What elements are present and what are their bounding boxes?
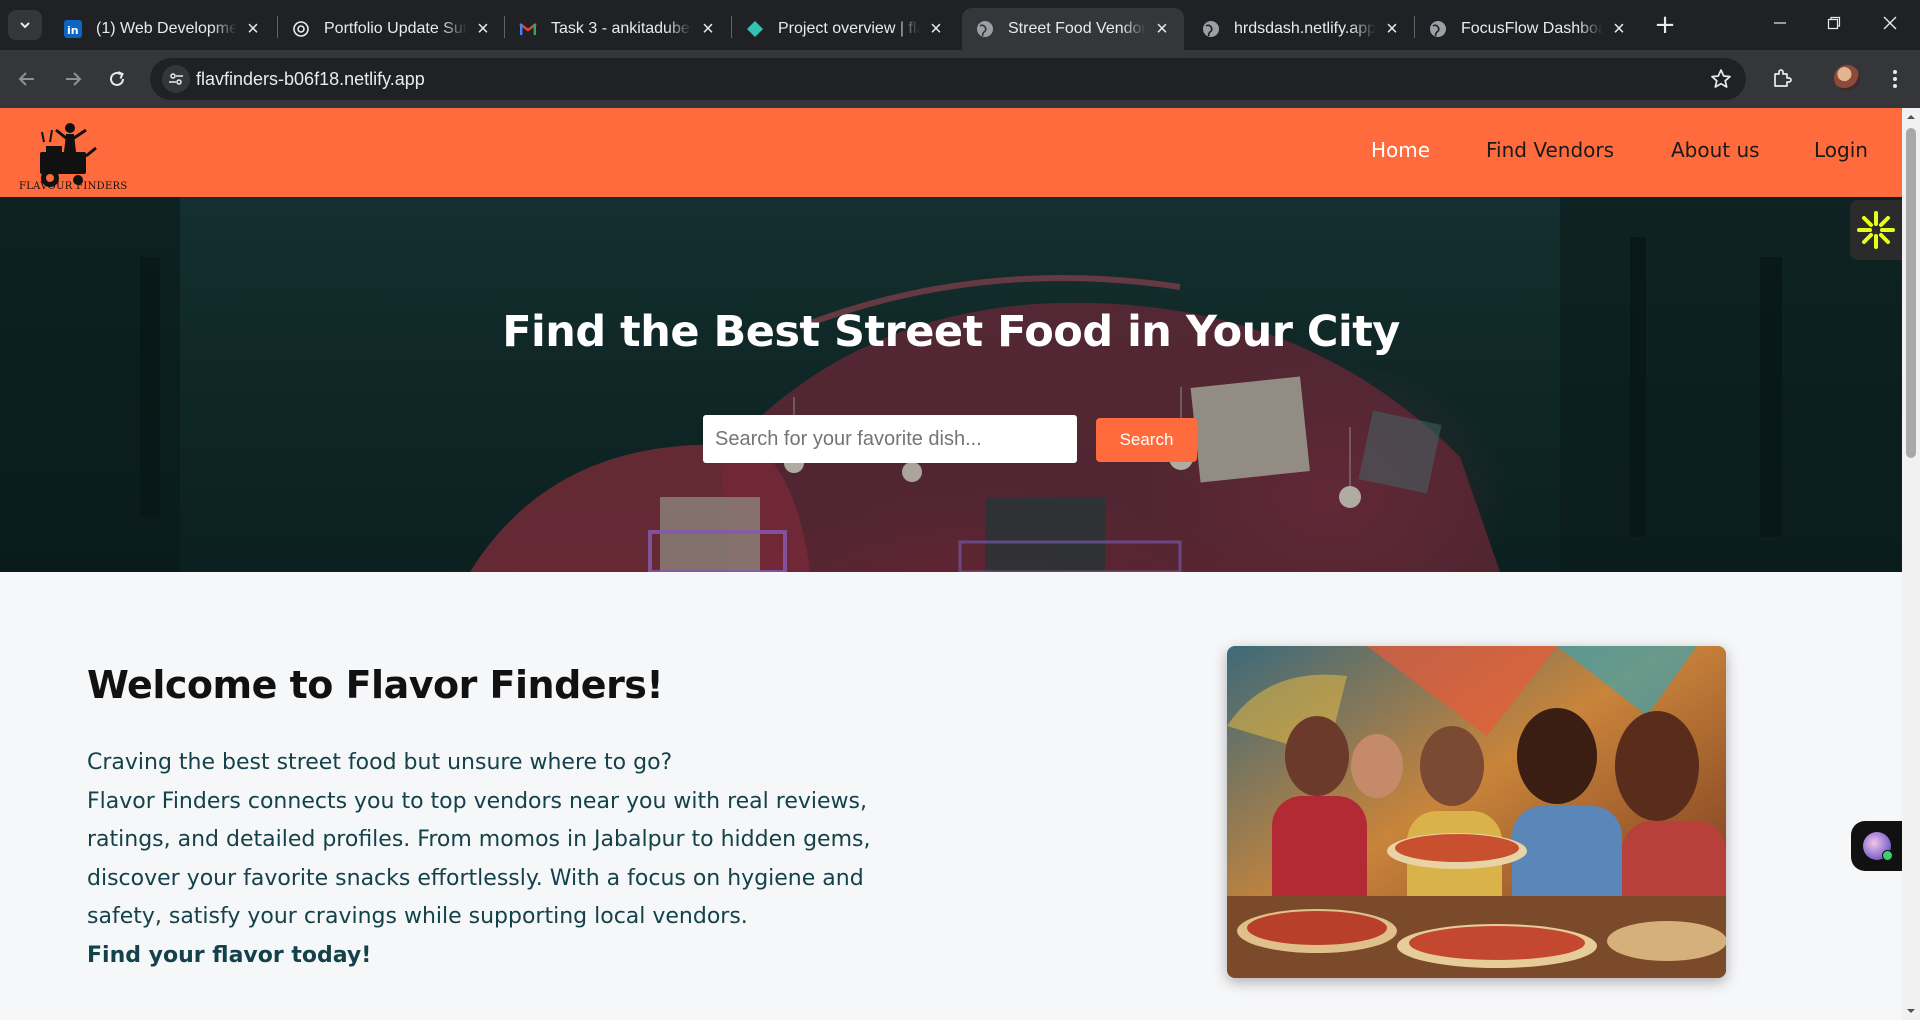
chat-assistant-widget[interactable] (1851, 821, 1902, 871)
welcome-line: safety, satisfy your cravings while supp… (87, 904, 748, 929)
tab-title: Task 3 - ankitadubey (551, 20, 692, 37)
minimize-icon (1774, 22, 1786, 24)
site-info-icon[interactable] (162, 65, 190, 93)
puzzle-icon (1774, 69, 1792, 87)
globe-icon (1202, 20, 1220, 38)
welcome-line: discover your favorite snacks effortless… (87, 865, 864, 891)
reload-icon (110, 71, 124, 86)
tab-chatgpt[interactable]: Portfolio Update Summary × (278, 8, 505, 50)
minimize-button[interactable] (1752, 0, 1808, 46)
close-icon[interactable]: × (1609, 19, 1629, 39)
gmail-icon (519, 20, 537, 38)
dish-search-input[interactable] (703, 415, 1077, 463)
nav-home[interactable]: Home (1371, 138, 1430, 162)
tab-title: hrdsdash.netlify.app (1234, 20, 1376, 37)
netlify-icon (746, 20, 764, 38)
browser-menu-button[interactable] (1880, 64, 1910, 94)
tab-title: FocusFlow Dashboard (1461, 20, 1603, 37)
tab-title: (1) Web Development (96, 20, 237, 37)
url-text: flavfinders-b06f18.netlify.app (196, 69, 425, 89)
new-tab-button[interactable]: + (1650, 10, 1680, 40)
forward-arrow-icon (66, 72, 82, 86)
globe-icon (1429, 20, 1447, 38)
close-icon[interactable]: × (243, 19, 263, 39)
restore-button[interactable] (1806, 0, 1862, 46)
tab-strip: in (1) Web Development × Portfolio Updat… (0, 0, 1920, 50)
chevron-down-icon (20, 22, 30, 29)
tab-search-button[interactable] (8, 10, 42, 40)
tab-title: Street Food Vendors (1008, 20, 1146, 37)
hero-section: Find the Best Street Food in Your City S… (0, 197, 1902, 572)
welcome-line: Flavor Finders connects you to top vendo… (87, 788, 867, 814)
forward-button[interactable] (56, 62, 90, 96)
scrollbar-thumb[interactable] (1906, 128, 1916, 458)
reload-button[interactable] (100, 62, 134, 96)
welcome-line: Craving the best street food but unsure … (87, 750, 673, 775)
logo-text: FLAVOUR FINDERS (19, 181, 128, 192)
scroll-up-arrow-icon[interactable] (1906, 112, 1916, 122)
tab-linkedin[interactable]: in (1) Web Development × (50, 8, 275, 50)
welcome-title: Welcome to Flavor Finders! (87, 663, 664, 707)
bookmark-star-icon[interactable] (1710, 68, 1732, 90)
page-viewport: FLAVOUR FINDERS Home Find Vendors About … (0, 108, 1920, 1020)
extension-widget[interactable] (1850, 200, 1902, 260)
chatgpt-icon (292, 20, 310, 38)
site-header: FLAVOUR FINDERS Home Find Vendors About … (0, 108, 1902, 197)
assistant-avatar-icon (1862, 832, 1893, 861)
back-arrow-icon (18, 72, 34, 86)
extensions-button[interactable] (1767, 64, 1797, 94)
welcome-line: ratings, and detailed profiles. From mom… (87, 827, 871, 852)
tab-gmail[interactable]: Task 3 - ankitadubey × (505, 8, 730, 50)
nav-find-vendors[interactable]: Find Vendors (1486, 138, 1614, 162)
sparkle-icon (1857, 211, 1895, 249)
close-icon[interactable]: × (926, 19, 946, 39)
linkedin-icon: in (64, 20, 82, 38)
close-icon[interactable]: × (1152, 19, 1172, 39)
tab-netlify[interactable]: Project overview | flavfinders × (732, 8, 958, 50)
tab-focusflow[interactable]: FocusFlow Dashboard × (1415, 8, 1641, 50)
search-button[interactable]: Search (1096, 418, 1197, 462)
hero-title: Find the Best Street Food in Your City (502, 307, 1400, 357)
nav-about-us[interactable]: About us (1671, 138, 1760, 162)
close-icon[interactable]: × (473, 19, 493, 39)
tab-title: Portfolio Update Summary (324, 20, 467, 37)
scroll-down-arrow-icon[interactable] (1906, 1006, 1916, 1016)
welcome-cta: Find your flavor today! (87, 942, 372, 968)
back-button[interactable] (10, 62, 44, 96)
browser-toolbar: flavfinders-b06f18.netlify.app (0, 50, 1920, 108)
page-scrollbar[interactable] (1902, 108, 1920, 1020)
close-icon[interactable]: × (1382, 19, 1402, 39)
profile-avatar[interactable] (1834, 65, 1860, 91)
tab-title: Project overview | flavfinders (778, 20, 920, 37)
restore-icon (1827, 16, 1841, 30)
close-window-button[interactable] (1862, 0, 1918, 46)
nav-login[interactable]: Login (1814, 138, 1868, 162)
svg-text:in: in (67, 24, 79, 37)
hero-overlay (0, 197, 1902, 572)
tab-street-food-vendors[interactable]: Street Food Vendors × (962, 8, 1184, 50)
welcome-paragraph: Craving the best street food but unsure … (87, 744, 967, 975)
tab-hrdsdash[interactable]: hrdsdash.netlify.app × (1188, 8, 1414, 50)
close-icon[interactable]: × (698, 19, 718, 39)
close-icon (1883, 16, 1897, 30)
globe-icon (976, 20, 994, 38)
friends-eating-street-food-image (1227, 646, 1726, 978)
address-bar[interactable]: flavfinders-b06f18.netlify.app (150, 58, 1746, 100)
kebab-menu-icon (1893, 70, 1897, 88)
plus-icon: + (1654, 10, 1676, 40)
